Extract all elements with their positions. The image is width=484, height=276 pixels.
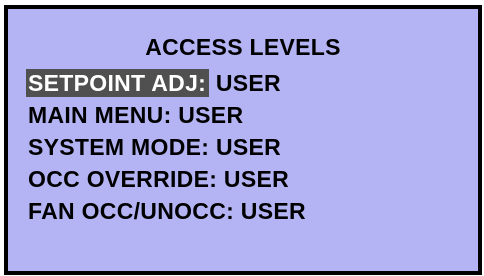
menu-item-setpoint-adj[interactable]: SETPOINT ADJ: USER <box>26 67 306 99</box>
lcd-display: ACCESS LEVELS SETPOINT ADJ: USER MAIN ME… <box>4 5 482 275</box>
menu-item-occ-override[interactable]: OCC OVERRIDE: USER <box>28 163 306 195</box>
menu-item-value: USER <box>223 166 290 192</box>
menu-item-value: USER <box>178 102 244 128</box>
menu-item-value: USER <box>215 70 281 96</box>
menu-item-value: USER <box>240 198 306 224</box>
menu-item-label: OCC OVERRIDE: <box>28 166 218 192</box>
menu-item-label: SYSTEM MODE: <box>28 134 210 160</box>
screen-title: ACCESS LEVELS <box>145 34 341 60</box>
menu-item-value: USER <box>215 134 282 160</box>
menu-item-label: SETPOINT ADJ: <box>26 69 210 97</box>
menu-item-label: FAN OCC/UNOCC: <box>28 198 235 224</box>
menu-item-fan-occ-unocc[interactable]: FAN OCC/UNOCC: USER <box>28 195 306 227</box>
menu-item-label: MAIN MENU: <box>28 102 172 128</box>
menu-item-main-menu[interactable]: MAIN MENU: USER <box>28 99 306 131</box>
access-level-menu: SETPOINT ADJ: USER MAIN MENU: USER SYSTE… <box>26 67 306 227</box>
menu-item-system-mode[interactable]: SYSTEM MODE: USER <box>28 131 306 163</box>
